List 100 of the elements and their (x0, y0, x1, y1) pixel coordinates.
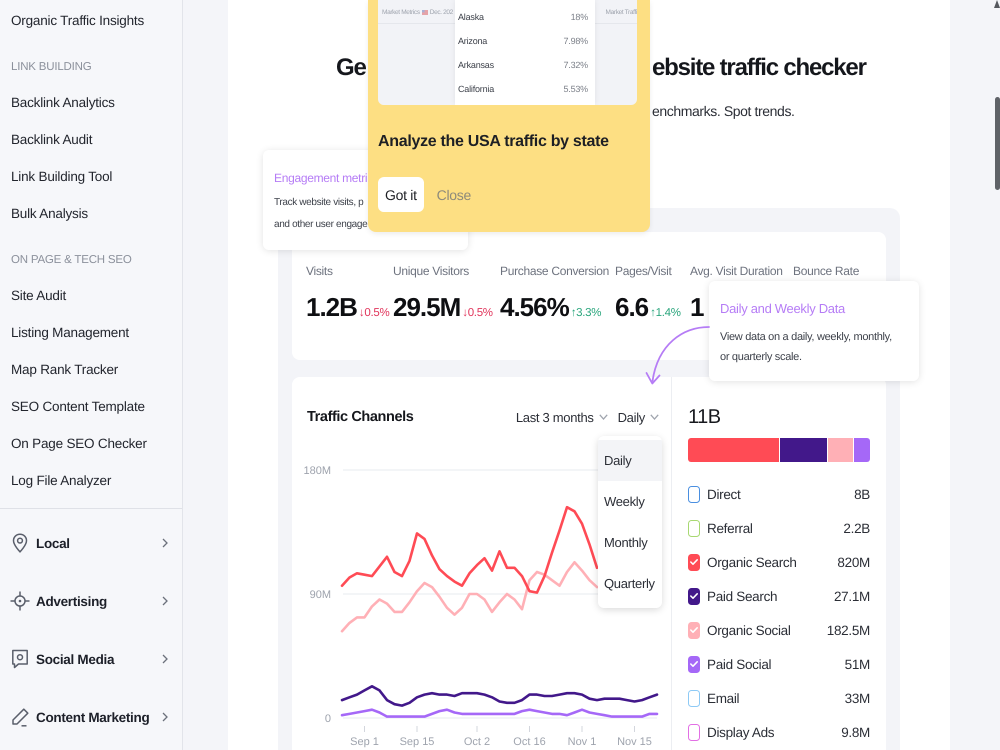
page-title: Ge (336, 53, 366, 83)
state-name: California (458, 84, 494, 94)
axis-label: Oct 16 (513, 736, 546, 748)
curved-arrow (646, 326, 710, 384)
metric-label: Bounce Rate (793, 263, 860, 280)
chat-bubble-icon (11, 649, 29, 669)
sidebar-link[interactable]: Link Building Tool (0, 158, 182, 195)
metric-change: ↓0.5% (358, 307, 390, 319)
metric-value: 1.2B (306, 291, 357, 324)
metric-label: Avg. Visit Duration (690, 263, 783, 280)
state-share: 18% (570, 12, 588, 22)
metric-change: ↓0.5% (462, 307, 493, 319)
checkbox[interactable] (688, 588, 700, 604)
metric-change: ↑3.3% (570, 307, 602, 319)
channel-label: Referral (707, 520, 753, 536)
tooltip-text: View data on a daily, weekly, monthly, or quarterly scale. (720, 330, 893, 365)
flag-icon (422, 10, 428, 15)
check-icon (690, 593, 698, 599)
sidebar-link[interactable]: Log File Analyzer (0, 462, 182, 499)
metric-value: 4.56% (500, 291, 569, 324)
popup-title: Analyze the USA traffic by state (378, 132, 609, 152)
channel-label: Paid Search (707, 588, 778, 604)
metric-value: 29.5M (393, 291, 460, 324)
scroll-arrow-icon (994, 0, 1000, 8)
sidebar-link[interactable]: Site Audit (0, 277, 182, 314)
channel-value: 27.1M (834, 588, 870, 604)
metric-value: 6.6 (615, 291, 648, 324)
axis-label: Nov 15 (617, 736, 652, 748)
channel-value: 51M (844, 656, 870, 672)
menu-item[interactable]: Monthly (598, 522, 662, 563)
state-share: 5.53% (563, 84, 588, 94)
channel-label: Paid Social (707, 656, 772, 672)
checkbox[interactable] (688, 724, 700, 740)
total-value: 11B (688, 405, 721, 429)
channel-label: Organic Social (707, 622, 791, 638)
channel-value: 9.8M (841, 724, 870, 740)
section-heading: ON PAGE & TECH SEO (10, 253, 132, 268)
menu-item[interactable]: Daily (598, 440, 662, 481)
got-it-button[interactable]: Got it (378, 177, 424, 212)
channel-value: 8B (854, 486, 870, 502)
axis-label: Nov 1 (568, 736, 596, 748)
pencil-icon (10, 707, 30, 727)
sidebar-link[interactable]: Listing Management (0, 314, 182, 351)
tooltip-title: Daily and Weekly Data (720, 300, 845, 318)
state-share: 7.32% (563, 60, 588, 70)
pin-icon (12, 533, 28, 553)
page-title: ebsite traffic checker (652, 53, 866, 83)
chart-title: Traffic Channels (307, 409, 414, 425)
metric-label: Pages/Visit (615, 263, 672, 280)
check-icon (690, 661, 698, 667)
crosshair-icon (10, 591, 30, 611)
check-icon (690, 627, 698, 633)
state-share: 7.98% (563, 36, 588, 46)
section-heading: LINK BUILDING (10, 60, 92, 75)
sidebar-category[interactable]: Content Marketing (0, 688, 182, 746)
metric-label: Visits (306, 263, 333, 280)
sidebar-category[interactable]: Local (0, 514, 182, 572)
page-subtitle: enchmarks. Spot trends. (652, 102, 795, 121)
channel-label: Display Ads (707, 724, 774, 740)
checkbox[interactable] (688, 554, 700, 570)
caret-down-icon (598, 414, 608, 420)
tooltip-title: Engagement metri (274, 170, 368, 187)
metric-value: 1 (690, 291, 704, 324)
axis-label: 90M (310, 589, 331, 601)
sidebar-link[interactable]: SEO Content Template (0, 388, 182, 425)
menu-item[interactable]: Quarterly (598, 563, 662, 604)
metric-change: ↑1.4% (650, 307, 681, 319)
axis-label: 0 (324, 713, 331, 725)
sidebar-link[interactable]: Organic Traffic Insights (0, 2, 182, 39)
channel-value: 33M (844, 690, 870, 706)
sidebar-category[interactable]: Advertising (0, 572, 182, 630)
period-dropdown[interactable]: Last 3 months (516, 410, 608, 424)
sidebar-link[interactable]: Backlink Analytics (0, 84, 182, 121)
channel-value: 2.2B (843, 520, 870, 536)
metric-label: Unique Visitors (393, 263, 469, 280)
sidebar-link[interactable]: Backlink Audit (0, 121, 182, 158)
state-name: Arizona (458, 36, 488, 46)
state-name: Alaska (458, 12, 484, 22)
tooltip-text: and other user engage (274, 218, 368, 232)
channel-label: Direct (707, 486, 740, 502)
state-name: Arkansas (458, 60, 494, 70)
channel-value: 820M (837, 554, 870, 570)
menu-item[interactable]: Weekly (598, 481, 662, 522)
caret-down-icon (650, 414, 659, 420)
checkbox[interactable] (688, 656, 700, 672)
channel-value: 182.5M (826, 622, 870, 638)
sidebar-link[interactable]: On Page SEO Checker (0, 425, 182, 462)
sidebar-category[interactable]: Social Media (0, 630, 182, 688)
tooltip-text: Track website visits, p (274, 196, 364, 210)
metric-label: Purchase Conversion (500, 263, 610, 280)
channel-label: Email (707, 690, 740, 706)
check-icon (690, 559, 698, 565)
sidebar-link[interactable]: Bulk Analysis (0, 195, 182, 232)
granularity-dropdown[interactable]: Daily (618, 410, 659, 424)
axis-label: Sep 1 (350, 736, 379, 748)
scrollbar-thumb[interactable] (995, 97, 1000, 190)
sidebar-link[interactable]: Map Rank Tracker (0, 351, 182, 388)
channel-label: Organic Search (707, 554, 797, 570)
axis-label: 180M (303, 465, 331, 477)
checkbox[interactable] (688, 486, 700, 502)
